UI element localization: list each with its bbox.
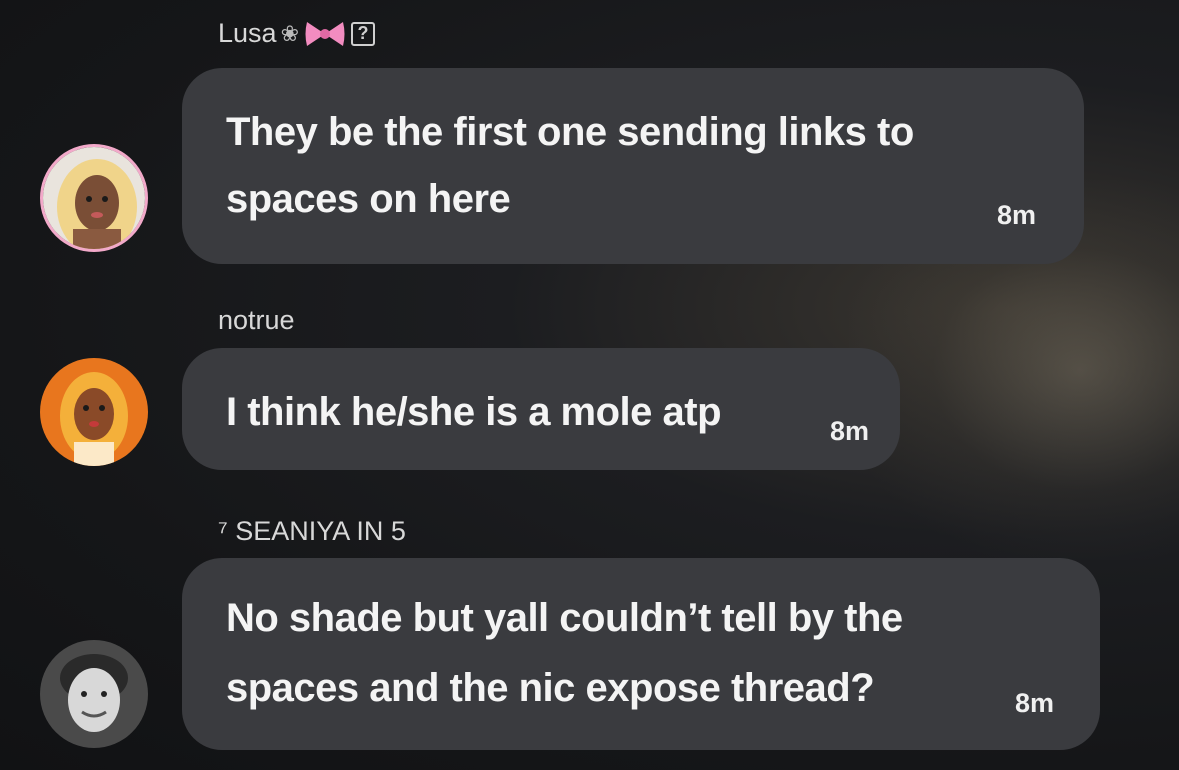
flower-icon: ❀ [280, 20, 299, 46]
message-bubble[interactable]: They be the first one sending links to s… [182, 68, 1084, 264]
sender-name: notrue [218, 305, 295, 335]
sender-name: ⁷ SEANIYA IN 5 [218, 516, 406, 546]
sender-name-row[interactable]: notrue [218, 305, 295, 336]
sender-name: Lusa [218, 18, 277, 48]
pink-bow-icon [303, 19, 347, 49]
timestamp: 8m [1014, 688, 1054, 718]
message-bubble[interactable]: I think he/she is a mole atp 8m [182, 348, 900, 470]
message-text-line1: I think he/she is a mole atp [226, 390, 722, 434]
sender-name-row[interactable]: Lusa ❀ ? [218, 18, 375, 49]
message-text-line1: They be the first one sending links to [226, 110, 914, 154]
avatar[interactable] [40, 144, 148, 252]
sender-name-row[interactable]: ⁷ SEANIYA IN 5 [218, 516, 406, 547]
question-box-icon: ? [351, 21, 375, 46]
timestamp: 8m [996, 200, 1036, 230]
message-text-line2: spaces on here [226, 177, 511, 221]
avatar[interactable] [40, 358, 148, 466]
avatar[interactable] [40, 640, 148, 748]
message-bubble[interactable]: No shade but yall couldn’t tell by the s… [182, 558, 1100, 750]
message-text-line2: spaces and the nic expose thread? [226, 666, 875, 710]
timestamp: 8m [830, 416, 870, 446]
message-text-line1: No shade but yall couldn’t tell by the [226, 596, 903, 640]
